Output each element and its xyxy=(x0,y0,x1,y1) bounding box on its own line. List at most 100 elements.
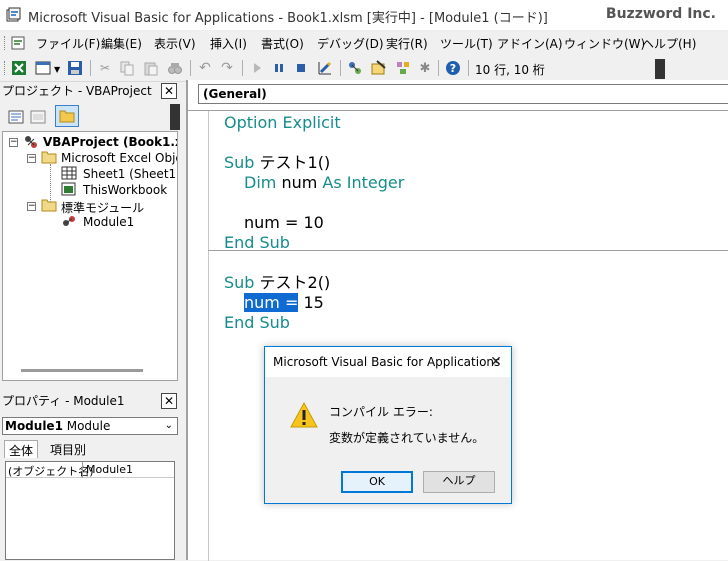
help-icon[interactable]: ? xyxy=(444,59,462,77)
find-icon[interactable] xyxy=(166,59,184,77)
tab-categorized[interactable]: 項目別 xyxy=(46,440,90,458)
object-combobox[interactable]: Module1 Module ⌄ xyxy=(2,417,178,435)
project-panel-close-button[interactable]: ✕ xyxy=(161,83,177,99)
property-value[interactable]: Module1 xyxy=(86,463,133,476)
toolbar-separator xyxy=(242,60,243,76)
sub-keyword: Sub xyxy=(224,273,255,292)
horizontal-scrollbar-thumb[interactable] xyxy=(21,369,143,372)
tab-alphabetic[interactable]: 全体 xyxy=(4,440,39,458)
menu-help[interactable]: ヘルプ(H) xyxy=(642,35,696,52)
menu-format[interactable]: 書式(O) xyxy=(261,35,304,52)
run-icon[interactable] xyxy=(248,59,266,77)
menu-edit[interactable]: 編集(E) xyxy=(101,35,142,52)
menu-window[interactable]: ウィンドウ(W) xyxy=(564,35,645,52)
as-integer-keyword: As Integer xyxy=(322,173,405,192)
properties-panel-close-button[interactable]: ✕ xyxy=(161,393,177,409)
toolbar-separator xyxy=(340,60,341,76)
assign2-rest: 15 xyxy=(298,293,324,312)
project-explorer-panel: プロジェクト - VBAProject ✕ − VBAProject (Book… xyxy=(0,80,180,382)
break-icon[interactable] xyxy=(270,59,288,77)
tree-excel-objects[interactable]: Microsoft Excel Object xyxy=(61,151,177,165)
help-button[interactable]: ヘルプ xyxy=(423,471,495,493)
toolbar-separator xyxy=(468,60,469,76)
tree-module1[interactable]: Module1 xyxy=(83,215,134,229)
menu-run[interactable]: 実行(R) xyxy=(386,35,428,52)
selected-text: num = xyxy=(244,293,299,312)
menu-tools[interactable]: ツール(T) xyxy=(440,35,493,52)
collapse-toggle-excel-objects[interactable]: − xyxy=(27,154,36,163)
reset-icon[interactable] xyxy=(292,59,310,77)
dim-line: Dim num As Integer xyxy=(244,173,404,193)
copy-icon[interactable] xyxy=(118,59,136,77)
property-name: (オブジェクト名) xyxy=(8,465,94,478)
dialog-message-title: コンパイル エラー: xyxy=(329,405,433,419)
sub1-line: Sub テスト1() xyxy=(224,153,330,173)
combo-object-name: Module1 xyxy=(5,419,63,433)
grid-divider xyxy=(82,462,83,478)
general-combobox[interactable]: (General) xyxy=(198,84,728,104)
menubar-grip[interactable] xyxy=(4,36,7,50)
ok-button[interactable]: OK xyxy=(341,471,413,493)
sub2-line: Sub テスト2() xyxy=(224,273,330,293)
compile-error-dialog: Microsoft Visual Basic for Applications … xyxy=(264,346,512,504)
warning-icon xyxy=(290,401,318,428)
properties-panel-title: プロパティ - Module1 xyxy=(2,394,125,408)
insert-userform-icon[interactable] xyxy=(34,59,52,77)
view-code-icon[interactable] xyxy=(8,109,24,125)
dialog-close-button[interactable]: ✕ xyxy=(487,353,505,371)
undo-icon[interactable]: ↶ xyxy=(196,59,214,77)
tree-sheet1[interactable]: Sheet1 (Sheet1) xyxy=(83,167,177,181)
vba-menu-icon[interactable] xyxy=(10,35,26,51)
chevron-down-icon[interactable]: ⌄ xyxy=(165,418,173,434)
view-object-icon[interactable] xyxy=(30,109,46,125)
menu-addins[interactable]: アドイン(A) xyxy=(497,35,563,52)
dim-keyword: Dim xyxy=(244,173,277,192)
dim-variable: num xyxy=(276,173,323,192)
design-mode-icon[interactable] xyxy=(316,59,334,77)
toolbox-icon[interactable]: ✱ xyxy=(416,59,434,77)
menu-insert[interactable]: 挿入(I) xyxy=(210,35,247,52)
project-explorer-icon[interactable] xyxy=(346,59,364,77)
standard-toolbar: ▼ ✂ ↶ ↷ ✱ ? 10 行, 10 桁 xyxy=(0,55,668,82)
sub1-name: テスト1() xyxy=(254,153,331,172)
project-toolbar-overflow[interactable] xyxy=(170,104,180,130)
project-tree: − VBAProject (Book1.xls − Microsoft Exce… xyxy=(2,131,178,381)
property-row[interactable]: (オブジェクト名) Module1 xyxy=(6,462,174,478)
collapse-toggle-modules[interactable]: − xyxy=(27,202,36,211)
paste-icon[interactable] xyxy=(142,59,160,77)
brand-watermark: Buzzword Inc. xyxy=(605,6,716,22)
properties-panel: プロパティ - Module1 ✕ Module1 Module ⌄ 全体 項目… xyxy=(0,388,180,560)
toolbar-grip[interactable] xyxy=(4,61,7,75)
cut-icon[interactable]: ✂ xyxy=(96,59,114,77)
menu-bar: ファイル(F) 編集(E) 表示(V) 挿入(I) 書式(O) デバッグ(D) … xyxy=(0,32,728,54)
dropdown-arrow-icon[interactable]: ▼ xyxy=(54,65,60,74)
end-sub2-line: End Sub xyxy=(224,313,290,332)
property-grid: (オブジェクト名) Module1 xyxy=(5,461,175,560)
vba-app-icon xyxy=(6,7,21,22)
toolbar-separator xyxy=(90,60,91,76)
toggle-folders-icon[interactable] xyxy=(55,105,79,127)
object-browser-icon[interactable] xyxy=(394,59,412,77)
tree-thisworkbook[interactable]: ThisWorkbook xyxy=(83,183,167,197)
toolbar-separator xyxy=(438,60,439,76)
properties-window-icon[interactable] xyxy=(370,59,388,77)
toolbar-overflow-button[interactable] xyxy=(655,59,665,79)
save-icon[interactable] xyxy=(66,59,84,77)
code-margin xyxy=(208,111,209,561)
cursor-position: 10 行, 10 桁 xyxy=(475,63,545,77)
redo-icon[interactable]: ↷ xyxy=(218,59,236,77)
collapse-toggle-root[interactable]: − xyxy=(9,138,18,147)
title-bar: Microsoft Visual Basic for Applications … xyxy=(0,0,728,30)
folder-icon xyxy=(41,151,57,164)
tree-vbaproject[interactable]: VBAProject (Book1.xls xyxy=(43,135,177,149)
menu-view[interactable]: 表示(V) xyxy=(154,35,196,52)
menu-debug[interactable]: デバッグ(D) xyxy=(317,35,384,52)
svg-text:?: ? xyxy=(450,62,456,75)
sub-keyword: Sub xyxy=(224,153,255,172)
option-explicit-line: Option Explicit xyxy=(224,113,341,132)
vbaproject-icon xyxy=(25,136,37,148)
view-excel-icon[interactable] xyxy=(10,59,28,77)
project-panel-title: プロジェクト - VBAProject xyxy=(2,84,152,98)
procedure-separator xyxy=(208,250,728,251)
menu-file[interactable]: ファイル(F) xyxy=(36,35,100,52)
